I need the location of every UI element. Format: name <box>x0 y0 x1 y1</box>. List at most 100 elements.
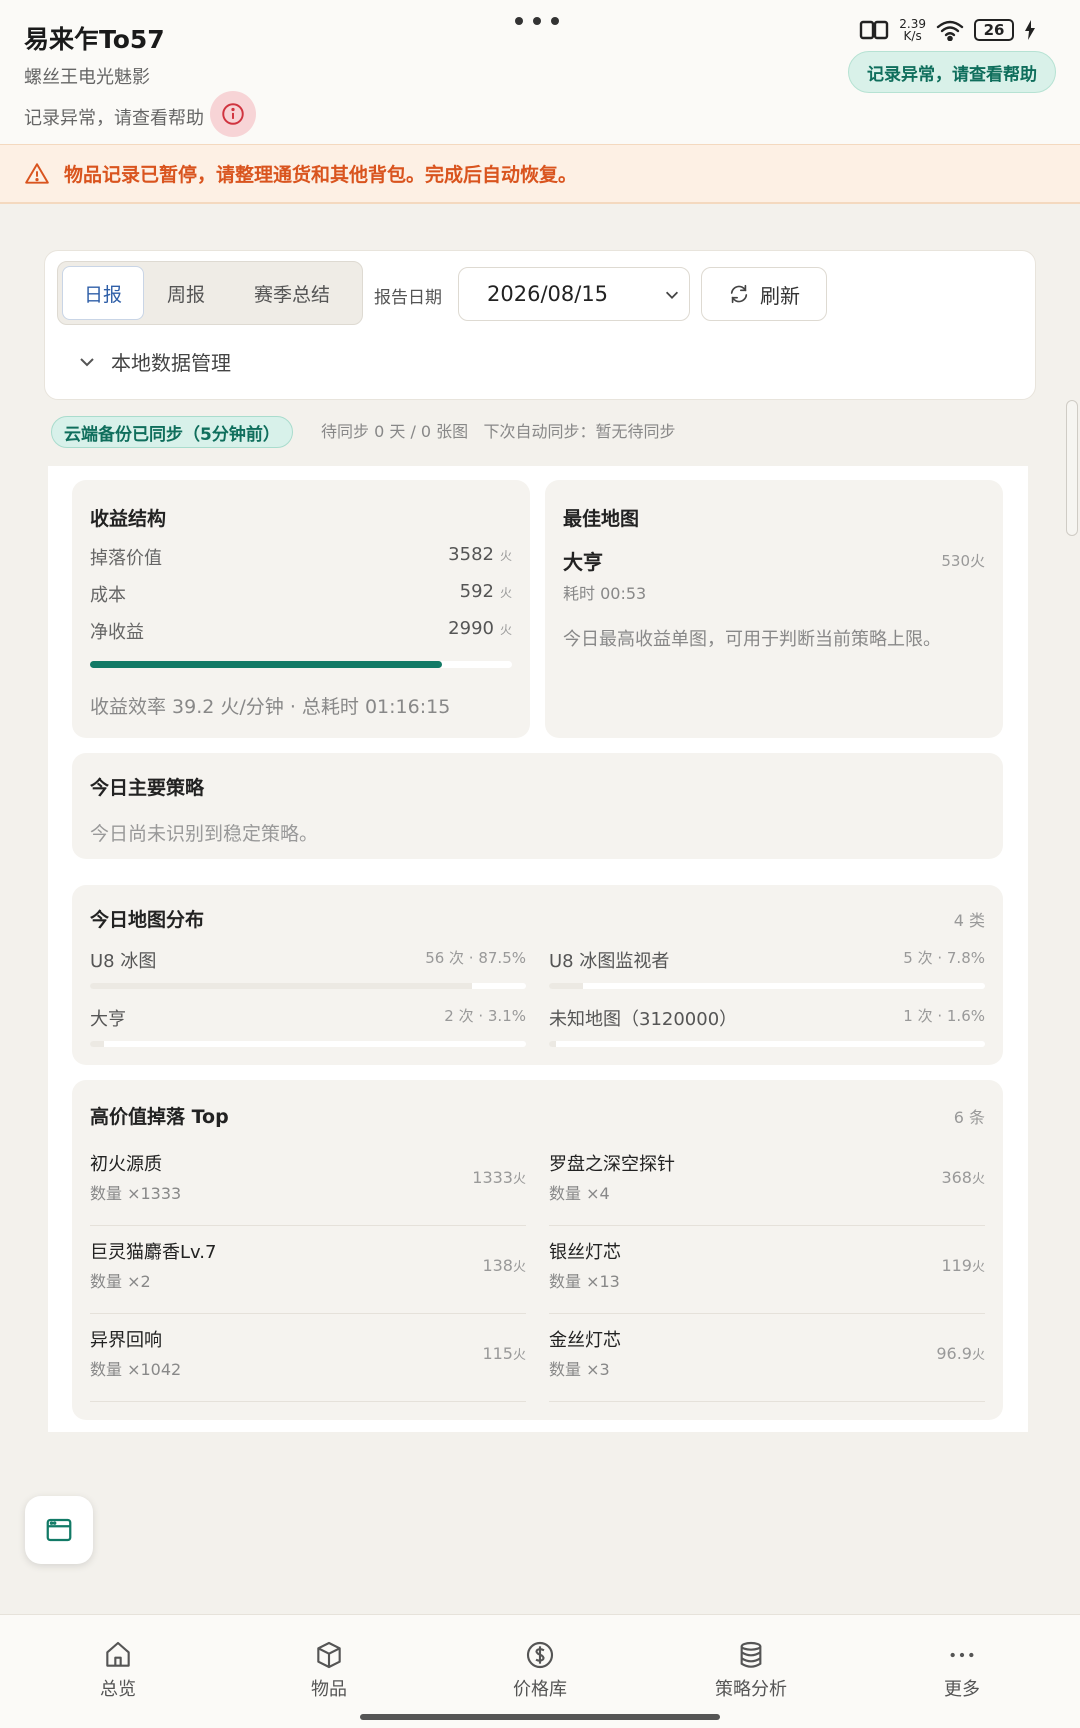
distribution-stat: 1 次 · 1.6% <box>903 1007 985 1025</box>
bottom-nav: 总览 物品 价格库 策略分析 更多 <box>0 1614 1080 1728</box>
distribution-name: U8 冰图 <box>90 951 157 972</box>
income-value: 3582 火 <box>448 544 512 570</box>
income-card: 收益结构 掉落价值 3582 火 成本 592 火 净收益 2990 火 收益效率 3… <box>72 480 530 738</box>
drop-value-number: 96.9 <box>936 1344 972 1363</box>
income-label: 成本 <box>90 585 126 606</box>
nav-price-db[interactable]: 价格库 <box>470 1639 610 1701</box>
drop-qty: 数量 ×2 <box>90 1272 151 1291</box>
drop-name: 金丝灯芯 <box>549 1330 621 1351</box>
dot-icon <box>515 17 523 25</box>
distribution-bar <box>549 1041 985 1047</box>
scrollbar[interactable] <box>1066 400 1078 536</box>
drop-value: 119火 <box>941 1256 985 1275</box>
drop-unit: 火 <box>512 1172 526 1187</box>
character-name: 螺丝王电光魅影 <box>24 67 150 88</box>
drop-item[interactable]: 异界回响 数量 ×1042 115火 <box>90 1314 526 1402</box>
nav-items[interactable]: 物品 <box>259 1639 399 1701</box>
income-progress-bar <box>90 661 512 668</box>
date-select[interactable]: 2026/08/15 <box>458 267 690 321</box>
income-unit: 火 <box>499 549 512 563</box>
income-row-drop: 掉落价值 3582 火 <box>90 544 512 570</box>
distribution-item: 大亨 2 次 · 3.1% <box>90 1005 526 1047</box>
drop-value: 115火 <box>482 1344 526 1363</box>
distribution-fill <box>90 1041 104 1047</box>
drop-item[interactable]: 金丝灯芯 数量 ×3 96.9火 <box>549 1314 985 1402</box>
battery-indicator: 26 <box>974 19 1014 41</box>
drop-value-number: 1333 <box>472 1168 513 1187</box>
best-map-card: 最佳地图 大亨 530火 耗时 00:53 今日最高收益单图，可用于判断当前策略… <box>545 480 1003 738</box>
net-speed-unit: K/s <box>903 29 922 43</box>
local-data-toggle[interactable]: 本地数据管理 <box>77 347 231 376</box>
distribution-stat: 5 次 · 7.8% <box>903 949 985 967</box>
drop-unit: 火 <box>512 1260 526 1275</box>
income-label: 净收益 <box>90 622 144 643</box>
drop-value: 138火 <box>482 1256 526 1275</box>
floating-window-button[interactable] <box>25 1496 93 1564</box>
window-menu[interactable] <box>515 17 559 25</box>
distribution-stat: 56 次 · 87.5% <box>425 949 526 967</box>
drop-unit: 火 <box>971 1348 985 1363</box>
nav-overview[interactable]: 总览 <box>48 1639 188 1701</box>
dot-icon <box>533 17 541 25</box>
drop-name: 异界回响 <box>90 1330 162 1351</box>
nav-more[interactable]: 更多 <box>892 1639 1032 1701</box>
drop-qty: 数量 ×4 <box>549 1184 610 1203</box>
drop-unit: 火 <box>971 1172 985 1187</box>
strategy-title: 今日主要策略 <box>90 777 205 799</box>
drop-value-number: 368 <box>941 1168 972 1187</box>
report-type-tabs: 日报 周报 赛季总结 <box>57 261 363 325</box>
chevron-down-icon <box>80 357 94 366</box>
drop-item[interactable]: 巨灵猫麝香Lv.7 数量 ×2 138火 <box>90 1226 526 1314</box>
distribution-fill <box>549 983 583 989</box>
distribution-fill <box>90 983 472 989</box>
help-button[interactable] <box>210 91 256 137</box>
nav-label: 总览 <box>100 1679 136 1700</box>
tab-weekly[interactable]: 周报 <box>144 266 228 320</box>
report-controls: 日报 周报 赛季总结 报告日期 2026/08/15 刷新 本地数据管理 <box>44 250 1036 400</box>
income-row-net: 净收益 2990 火 <box>90 618 512 644</box>
nav-label: 物品 <box>311 1679 347 1700</box>
sync-status-badge: 云端备份已同步（5分钟前） <box>51 416 293 448</box>
best-map-time: 耗时 00:53 <box>563 584 647 603</box>
distribution-item: U8 冰图监视者 5 次 · 7.8% <box>549 947 985 989</box>
window-icon <box>46 1518 72 1542</box>
refresh-button[interactable]: 刷新 <box>701 267 827 321</box>
tab-season[interactable]: 赛季总结 <box>228 266 356 320</box>
home-indicator[interactable] <box>360 1714 720 1720</box>
local-data-label: 本地数据管理 <box>111 351 231 375</box>
drop-qty: 数量 ×1042 <box>90 1360 182 1379</box>
income-value-number: 592 <box>459 581 494 602</box>
income-unit: 火 <box>499 623 512 637</box>
income-value: 592 火 <box>460 581 512 607</box>
drop-item[interactable]: 初火源质 数量 ×1333 1333火 <box>90 1138 526 1226</box>
date-value: 2026/08/15 <box>487 282 609 306</box>
sync-info: 待同步 0 天 / 0 张图 下次自动同步：暂无待同步 <box>321 422 676 441</box>
distribution-bar <box>549 983 985 989</box>
date-label: 报告日期 <box>374 288 442 308</box>
nav-strategy[interactable]: 策略分析 <box>681 1639 821 1701</box>
error-help-pill[interactable]: 记录异常，请查看帮助 <box>848 51 1056 93</box>
vibrate-icon <box>860 20 889 40</box>
warning-text: 物品记录已暂停，请整理通货和其他背包。完成后自动恢复。 <box>64 164 578 186</box>
income-unit: 火 <box>499 586 512 600</box>
distribution-bar <box>90 1041 526 1047</box>
top-drops-card: 高价值掉落 Top 6 条 初火源质 数量 ×1333 1333火 罗盘之深空探… <box>72 1080 1003 1420</box>
income-row-cost: 成本 592 火 <box>90 581 512 607</box>
best-map-name: 大亨 <box>563 550 603 574</box>
best-map-value: 530火 <box>941 552 985 570</box>
drop-name: 银丝灯芯 <box>549 1242 621 1263</box>
drop-qty: 数量 ×13 <box>549 1272 620 1291</box>
home-icon <box>106 1641 130 1667</box>
drop-item[interactable]: 罗盘之深空探针 数量 ×4 368火 <box>549 1138 985 1226</box>
drop-qty: 数量 ×3 <box>549 1360 610 1379</box>
refresh-label: 刷新 <box>760 283 800 308</box>
tab-daily[interactable]: 日报 <box>62 266 144 320</box>
distribution-name: 大亨 <box>90 1009 126 1030</box>
income-value-number: 2990 <box>448 618 494 639</box>
distribution-name: 未知地图（3120000） <box>549 1009 738 1030</box>
drops-count: 6 条 <box>953 1108 985 1127</box>
income-label: 掉落价值 <box>90 548 162 569</box>
warning-icon <box>25 162 49 184</box>
drop-item[interactable]: 银丝灯芯 数量 ×13 119火 <box>549 1226 985 1314</box>
dollar-icon <box>526 1641 554 1669</box>
